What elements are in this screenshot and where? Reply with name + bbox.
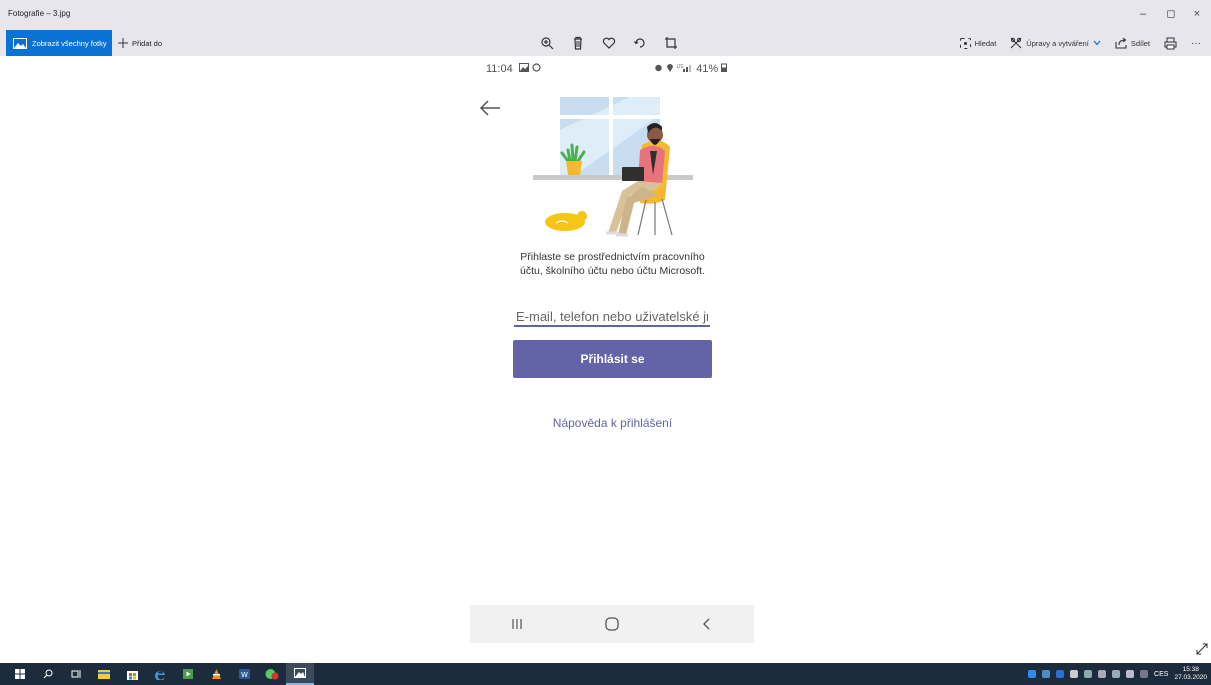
clock-date: 27.03.2020	[1174, 674, 1207, 681]
clock-time: 15:38	[1182, 666, 1199, 673]
vlc-icon	[211, 668, 221, 679]
signin-button[interactable]: Přihlásit se	[513, 340, 712, 378]
store-icon	[126, 670, 138, 680]
taskbar-search-button[interactable]	[34, 663, 62, 685]
teams-signin-illustration	[533, 97, 693, 237]
taskbar-word[interactable]: W	[230, 663, 258, 685]
windows-logo-icon	[15, 669, 25, 679]
android-nav-bar	[470, 605, 754, 643]
photo-icon	[13, 37, 27, 49]
battery-level: 41%	[696, 63, 719, 75]
share-label: Sdílet	[1130, 38, 1150, 48]
show-all-photos-label: Zobrazit všechny fotky	[32, 38, 107, 48]
taskbar-explorer[interactable]	[90, 663, 118, 685]
print-icon[interactable]	[1164, 37, 1177, 50]
task-view-button[interactable]	[62, 663, 90, 685]
recent-apps-icon	[512, 619, 522, 629]
home-button[interactable]	[600, 612, 624, 636]
show-all-photos-button[interactable]: Zobrazit všechny fotky	[6, 30, 112, 56]
tray-app-icon[interactable]	[1028, 670, 1037, 678]
signin-prompt: Přihlaste se prostřednictvím pracovního …	[519, 251, 706, 277]
alarm-icon	[655, 64, 662, 72]
signal-icon: LTE	[677, 64, 692, 72]
photos-icon	[294, 668, 306, 678]
search-icon	[43, 669, 53, 679]
phone-status-time: 11:04	[486, 63, 541, 75]
language-indicator[interactable]: CES	[1154, 671, 1168, 678]
taskbar-media-player[interactable]	[174, 663, 202, 685]
whatsapp-icon	[265, 669, 279, 680]
tray-app-icon[interactable]	[1042, 670, 1051, 678]
minimize-button[interactable]: –	[1133, 7, 1153, 21]
task-view-icon	[71, 670, 80, 678]
location-icon	[667, 64, 674, 72]
chevron-down-icon	[1093, 40, 1101, 46]
start-button[interactable]	[6, 663, 34, 685]
right-tools: Hledat Úpravy a vytváření Sdílet ···	[959, 34, 1201, 52]
gallery-notification-icon	[518, 63, 529, 72]
taskbar-edge[interactable]	[146, 663, 174, 685]
add-to-label: Přidat do	[132, 38, 163, 48]
delete-icon[interactable]	[571, 36, 585, 50]
system-tray: CES 15:38 27.03.2020	[1028, 663, 1207, 685]
more-options-button[interactable]: ···	[1191, 38, 1201, 49]
volume-icon[interactable]	[1112, 670, 1121, 678]
heart-icon[interactable]	[602, 36, 616, 50]
phone-time: 11:04	[486, 63, 513, 75]
command-bar: Zobrazit všechny fotky Přidat do Hledat …	[0, 30, 1211, 56]
taskbar-apps: W	[6, 663, 314, 685]
power-icon[interactable]	[1126, 670, 1135, 678]
edit-create-button[interactable]: Úpravy a vytváření	[1010, 37, 1101, 49]
svg-text:W: W	[241, 671, 248, 679]
plus-icon	[118, 38, 128, 48]
notification-icon	[532, 63, 541, 72]
home-icon	[605, 617, 619, 631]
search-label: Hledat	[974, 38, 997, 48]
photo-tools	[540, 35, 678, 51]
title-bar: Fotografie – 3.jpg – ◻ ×	[0, 0, 1211, 30]
close-button[interactable]: ×	[1187, 7, 1207, 21]
battery-icon	[721, 63, 728, 72]
back-arrow-icon[interactable]	[478, 98, 502, 118]
rotate-icon[interactable]	[633, 36, 647, 50]
recent-apps-button[interactable]	[505, 612, 529, 636]
taskbar-photos[interactable]	[286, 663, 314, 685]
bluetooth-icon[interactable]	[1056, 670, 1065, 678]
share-button[interactable]: Sdílet	[1115, 37, 1150, 49]
back-button[interactable]	[695, 612, 719, 636]
svg-text:LTE: LTE	[677, 64, 684, 69]
add-to-button[interactable]: Přidat do	[118, 30, 162, 56]
taskbar-clock[interactable]: 15:38 27.03.2020	[1174, 666, 1207, 682]
phone-status-icons: LTE 41%	[654, 63, 728, 75]
share-icon	[1115, 37, 1127, 49]
maximize-button[interactable]: ◻	[1161, 7, 1181, 21]
windows-taskbar: W CES 15:38 27.03.2020	[0, 663, 1211, 685]
search-icon	[959, 37, 971, 49]
taskbar-vlc[interactable]	[202, 663, 230, 685]
word-icon: W	[238, 669, 250, 679]
folder-icon	[98, 670, 110, 679]
edit-create-icon	[1010, 37, 1022, 49]
expand-icon[interactable]	[1195, 642, 1209, 656]
crop-icon[interactable]	[664, 36, 678, 50]
keyboard-icon[interactable]	[1140, 670, 1149, 678]
media-player-icon	[183, 669, 193, 679]
action-center-icon[interactable]	[1098, 670, 1107, 678]
taskbar-whatsapp[interactable]	[258, 663, 286, 685]
signin-help-link[interactable]: Nápověda k přihlášení	[510, 416, 715, 430]
tray-app-icon[interactable]	[1070, 670, 1079, 678]
edit-create-label: Úpravy a vytváření	[1026, 38, 1089, 48]
chevron-left-icon	[702, 618, 710, 630]
edge-icon	[154, 670, 165, 680]
window-title: Fotografie – 3.jpg	[8, 9, 71, 18]
network-icon[interactable]	[1084, 670, 1093, 678]
zoom-icon[interactable]	[540, 36, 554, 50]
search-button[interactable]: Hledat	[959, 37, 997, 49]
email-input[interactable]	[514, 307, 710, 327]
taskbar-store[interactable]	[118, 663, 146, 685]
